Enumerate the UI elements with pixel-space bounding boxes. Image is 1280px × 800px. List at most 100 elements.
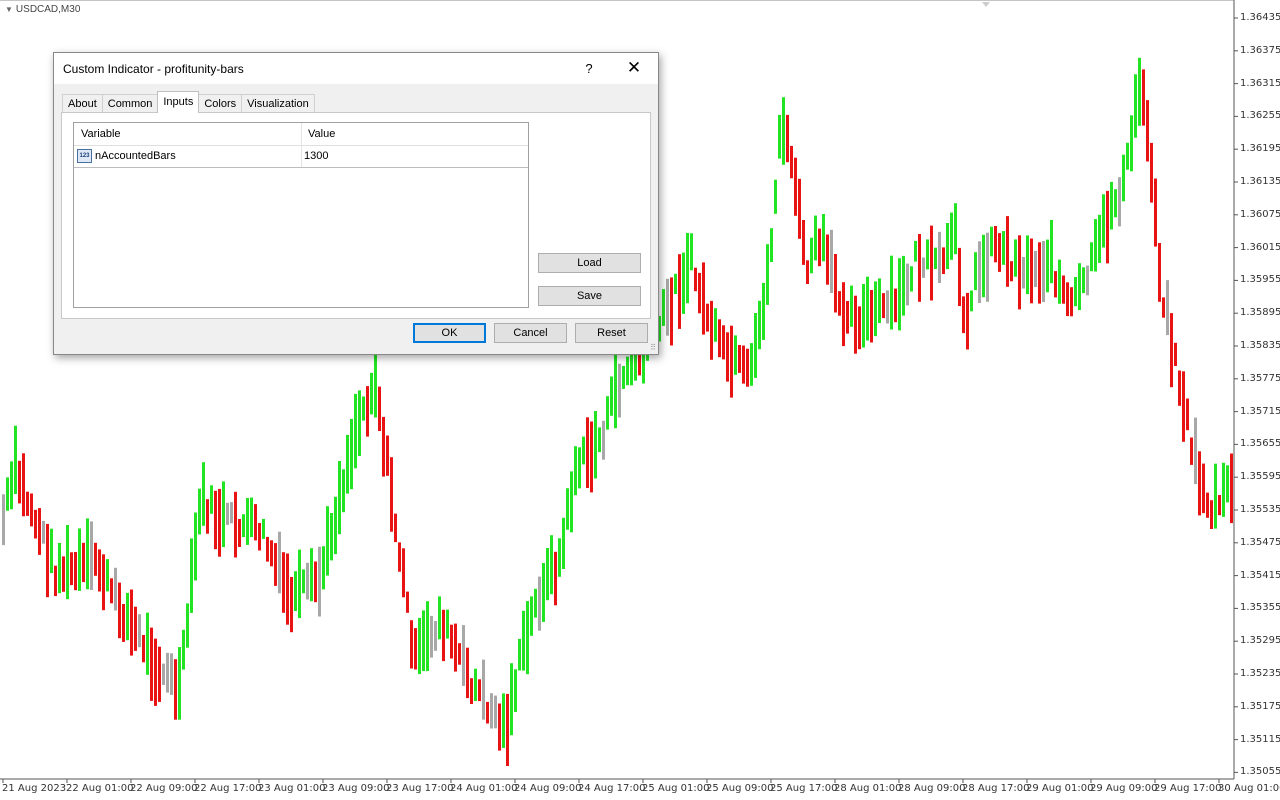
profitunity-bar bbox=[822, 214, 825, 262]
profitunity-bar bbox=[866, 276, 869, 341]
profitunity-bar bbox=[1154, 178, 1157, 247]
profitunity-bar bbox=[210, 485, 213, 514]
profitunity-bar bbox=[598, 427, 601, 453]
profitunity-bar bbox=[894, 288, 897, 323]
time-tick-label: 22 Aug 09:00 bbox=[130, 783, 198, 794]
profitunity-bar bbox=[994, 226, 997, 263]
profitunity-bar bbox=[394, 513, 397, 543]
ok-button[interactable]: OK bbox=[413, 323, 486, 343]
profitunity-bar bbox=[90, 521, 93, 590]
tab-inputs[interactable]: Inputs bbox=[157, 91, 200, 113]
tab-visualization[interactable]: Visualization bbox=[241, 94, 315, 113]
profitunity-bar bbox=[226, 502, 229, 525]
profitunity-bar bbox=[946, 223, 949, 270]
profitunity-bar bbox=[1186, 398, 1189, 431]
help-button[interactable]: ? bbox=[576, 55, 602, 81]
profitunity-bar bbox=[862, 284, 865, 348]
profitunity-bar bbox=[886, 290, 889, 324]
profitunity-bar bbox=[622, 366, 625, 389]
price-tick-label: 1.35955 bbox=[1240, 274, 1280, 286]
time-tick-label: 25 Aug 01:00 bbox=[642, 783, 710, 794]
profitunity-bar bbox=[382, 416, 385, 477]
profitunity-bar bbox=[806, 260, 809, 284]
profitunity-bar bbox=[18, 460, 21, 504]
integer-type-icon: 123 bbox=[77, 149, 92, 163]
profitunity-bar bbox=[562, 517, 565, 569]
profitunity-bar bbox=[422, 610, 425, 672]
profitunity-bar bbox=[246, 498, 249, 545]
profitunity-bar bbox=[458, 643, 461, 665]
profitunity-bar bbox=[214, 490, 217, 550]
profitunity-bar bbox=[330, 513, 333, 561]
profitunity-bar bbox=[70, 552, 73, 586]
table-row[interactable]: 123 nAccountedBars 1300 bbox=[74, 146, 528, 168]
tab-common[interactable]: Common bbox=[101, 94, 159, 113]
inputs-grid[interactable]: Variable Value 123 nAccountedBars 1300 bbox=[73, 122, 529, 308]
tab-colors[interactable]: Colors bbox=[198, 94, 243, 113]
reset-button[interactable]: Reset bbox=[575, 323, 648, 343]
time-tick-label: 28 Aug 01:00 bbox=[834, 783, 902, 794]
resize-grip-icon[interactable]: ⠿ bbox=[650, 343, 656, 352]
profitunity-bar bbox=[278, 531, 281, 594]
variable-value[interactable]: 1300 bbox=[304, 150, 328, 162]
profitunity-bar bbox=[938, 231, 941, 283]
profitunity-bar bbox=[234, 491, 237, 558]
variable-column-header[interactable]: Variable bbox=[81, 128, 121, 140]
profitunity-bar bbox=[626, 356, 629, 386]
profitunity-bar bbox=[914, 240, 917, 262]
profitunity-bar bbox=[682, 252, 685, 314]
profitunity-bar bbox=[54, 565, 57, 597]
profitunity-bar bbox=[818, 228, 821, 267]
profitunity-bar bbox=[546, 548, 549, 601]
tab-about[interactable]: About bbox=[62, 94, 103, 113]
profitunity-bar bbox=[662, 289, 665, 326]
profitunity-bar bbox=[470, 678, 473, 704]
profitunity-bar bbox=[122, 604, 125, 642]
profitunity-bar bbox=[1222, 462, 1225, 517]
price-tick-label: 1.36135 bbox=[1240, 176, 1280, 187]
profitunity-bar bbox=[518, 638, 521, 671]
price-tick-label: 1.36255 bbox=[1240, 110, 1280, 122]
time-tick-label: 30 Aug 01:00 bbox=[1218, 783, 1280, 794]
profitunity-bar bbox=[1006, 216, 1009, 287]
profitunity-bar bbox=[1058, 259, 1061, 304]
value-column-header[interactable]: Value bbox=[308, 128, 335, 140]
profitunity-bar bbox=[38, 508, 41, 555]
profitunity-bar bbox=[262, 518, 265, 539]
dialog-titlebar[interactable]: Custom Indicator - profitunity-bars ? ✕ bbox=[54, 53, 658, 84]
profitunity-bar bbox=[158, 646, 161, 702]
cancel-button[interactable]: Cancel bbox=[494, 323, 567, 343]
profitunity-bar bbox=[742, 345, 745, 384]
close-button[interactable]: ✕ bbox=[620, 55, 648, 81]
dropdown-triangle-icon[interactable]: ▼ bbox=[5, 5, 13, 14]
profitunity-bar bbox=[954, 203, 957, 255]
profitunity-bar bbox=[706, 303, 709, 332]
price-tick-label: 1.35835 bbox=[1240, 340, 1280, 351]
price-tick-label: 1.36315 bbox=[1240, 77, 1280, 89]
profitunity-bar bbox=[154, 638, 157, 706]
profitunity-bar bbox=[62, 556, 65, 592]
profitunity-bar bbox=[530, 596, 533, 636]
profitunity-bar bbox=[810, 237, 813, 274]
profitunity-bar bbox=[1210, 500, 1213, 529]
profitunity-bar bbox=[358, 390, 361, 456]
profitunity-bar bbox=[1110, 181, 1113, 230]
tab-bar: About Common Inputs Colors Visualization bbox=[62, 91, 315, 113]
profitunity-bar bbox=[1206, 492, 1209, 518]
load-button[interactable]: Load bbox=[538, 253, 641, 273]
profitunity-bar bbox=[14, 425, 17, 494]
profitunity-bar bbox=[378, 386, 381, 431]
profitunity-bar bbox=[870, 290, 873, 343]
profitunity-bar bbox=[34, 509, 37, 539]
profitunity-bar bbox=[1174, 342, 1177, 366]
profitunity-bar bbox=[42, 520, 45, 544]
save-button[interactable]: Save bbox=[538, 286, 641, 306]
profitunity-bar bbox=[22, 453, 25, 517]
profitunity-bar bbox=[442, 609, 445, 662]
profitunity-bar bbox=[134, 606, 137, 651]
price-tick-label: 1.36015 bbox=[1240, 241, 1280, 253]
profitunity-bar bbox=[734, 335, 737, 375]
profitunity-bar bbox=[686, 232, 689, 304]
profitunity-bar bbox=[218, 488, 221, 557]
profitunity-bar bbox=[418, 617, 421, 675]
